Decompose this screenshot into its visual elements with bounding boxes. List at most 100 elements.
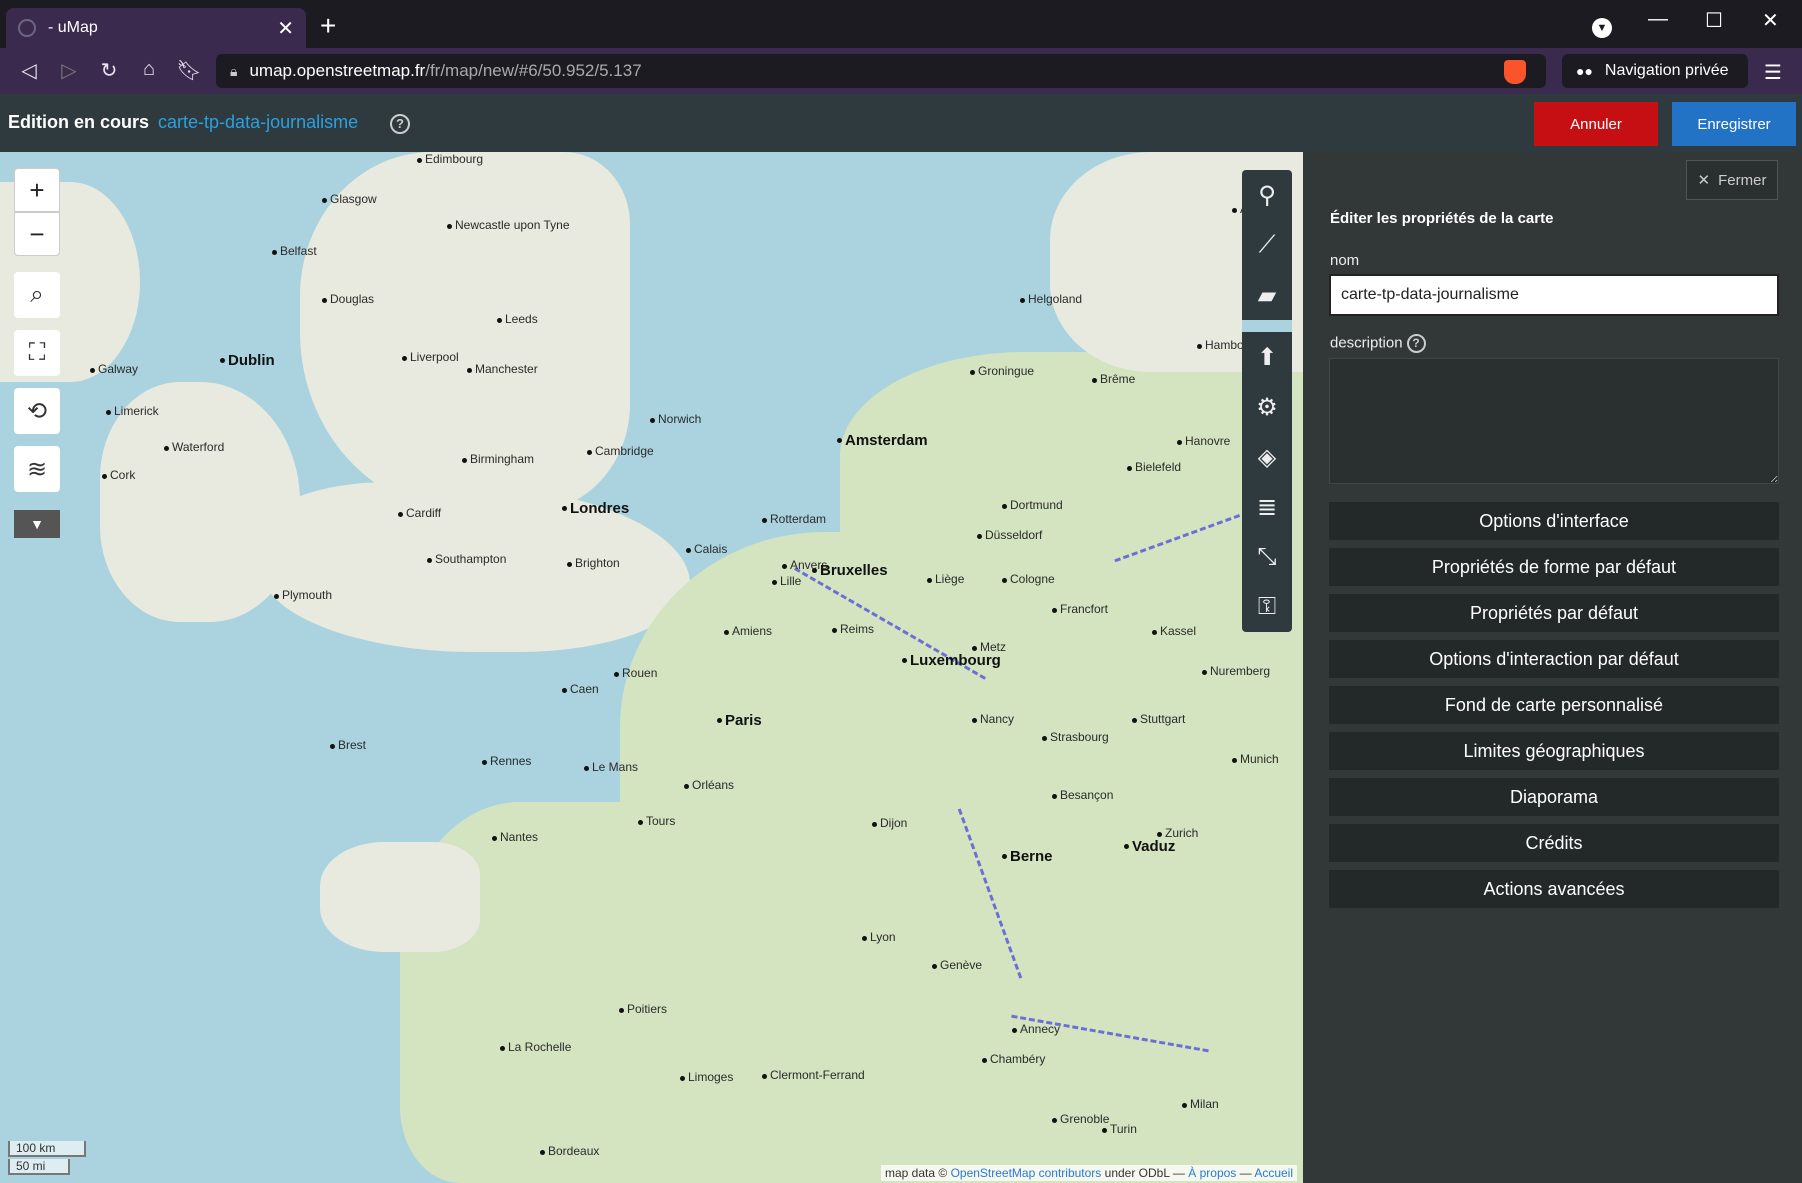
city-dot [1012, 1028, 1017, 1033]
city-dot [274, 594, 279, 599]
city-dot [1002, 854, 1007, 859]
city-label: Düsseldorf [985, 528, 1043, 542]
city-dot [650, 418, 655, 423]
gear-icon[interactable]: ⚙ [1242, 382, 1292, 432]
city-dot [614, 672, 619, 677]
city-label: La Rochelle [508, 1040, 572, 1054]
new-tab-icon[interactable]: + [320, 12, 336, 40]
tab-close-icon[interactable]: ✕ [277, 16, 294, 41]
city-label: Luxembourg [910, 652, 1001, 669]
brave-shield-icon[interactable] [1504, 60, 1526, 84]
home-icon[interactable]: ⌂ [136, 58, 162, 81]
attribution-sep: — [1239, 1166, 1252, 1180]
polyline-icon[interactable]: ⟋ [1242, 220, 1292, 270]
maximize-icon[interactable]: ☐ [1705, 8, 1723, 33]
database-icon[interactable]: ≣ [1242, 482, 1292, 532]
editing-label: Edition en cours [8, 112, 150, 132]
city-label: Leeds [505, 312, 538, 326]
reload-icon[interactable]: ↻ [96, 58, 122, 83]
private-window-indicator[interactable]: ●● Navigation privée [1562, 54, 1748, 88]
about-link[interactable]: À propos [1188, 1166, 1236, 1180]
map-name-input[interactable] [1329, 274, 1779, 316]
section-6[interactable]: Limites géographiques [1329, 732, 1779, 770]
city-label: Nuremberg [1210, 664, 1271, 678]
city-label: Cardiff [406, 506, 442, 520]
city-label: Hanovre [1185, 434, 1231, 448]
share-icon[interactable]: ⟲ [14, 388, 60, 434]
city-dot [1132, 718, 1137, 723]
url-host: umap.openstreetmap.fr [249, 61, 426, 80]
fullscreen-icon[interactable]: ⛶ [14, 330, 60, 376]
section-4[interactable]: Options d'interaction par défaut [1329, 640, 1779, 678]
city-label: Southampton [435, 552, 507, 566]
forward-icon[interactable]: ▷ [56, 58, 82, 83]
city-dot [1152, 630, 1157, 635]
city-dot [562, 688, 567, 693]
layers-icon[interactable]: ◈ [1242, 432, 1292, 482]
description-help-icon[interactable]: ? [1406, 334, 1426, 353]
search-icon[interactable]: ⌕ [14, 272, 60, 318]
description-label: description [1330, 334, 1403, 352]
map-name-link[interactable]: carte-tp-data-journalisme [158, 112, 358, 132]
section-3[interactable]: Propriétés par défaut [1329, 594, 1779, 632]
city-label: Bruxelles [820, 562, 888, 579]
bookmark-icon[interactable]: 🔖︎ [176, 58, 202, 83]
more-controls-chevron-icon[interactable]: ▼ [14, 510, 60, 538]
section-9[interactable]: Actions avancées [1329, 870, 1779, 908]
city-dot [970, 370, 975, 375]
cancel-button[interactable]: Annuler [1534, 102, 1658, 146]
minimize-icon[interactable]: — [1648, 8, 1668, 31]
city-label: Dublin [228, 352, 275, 369]
description-textarea[interactable] [1329, 358, 1779, 484]
address-bar[interactable]: 🔒︎ umap.openstreetmap.fr/fr/map/new/#6/5… [216, 54, 1546, 88]
save-button[interactable]: Enregistrer [1672, 102, 1796, 146]
polygon-icon[interactable]: ▰ [1242, 270, 1292, 320]
section-5[interactable]: Fond de carte personnalisé [1329, 686, 1779, 724]
city-label: Chambéry [990, 1052, 1046, 1066]
home-link[interactable]: Accueil [1254, 1166, 1293, 1180]
map-marker-icon[interactable]: ⚲ [1242, 170, 1292, 220]
city-label: Edimbourg [425, 152, 484, 166]
zoom-out-button[interactable]: − [14, 212, 60, 256]
map-canvas[interactable]: Edimbourg Glasgow Belfast Douglas Dublin Live… [0, 152, 1303, 1183]
center-map-icon[interactable]: ⤡ [1242, 532, 1292, 582]
osm-contributors-link[interactable]: OpenStreetMap contributors [951, 1166, 1102, 1180]
city-dot [982, 1058, 987, 1063]
browser-titlebar: - uMap ✕ + ▼ — ☐ ✕ [0, 0, 1802, 48]
city-dot [1177, 440, 1182, 445]
city-dot [782, 564, 787, 569]
city-dot [762, 1074, 767, 1079]
section-2[interactable]: Propriétés de forme par défaut [1329, 548, 1779, 586]
key-icon[interactable]: ⚿ [1242, 582, 1292, 632]
city-label: Reims [840, 622, 875, 636]
datalayers-icon[interactable]: ≋ [14, 446, 60, 492]
window-close-icon[interactable]: ✕ [1762, 8, 1779, 33]
city-label: Douglas [330, 292, 375, 306]
city-dot [684, 784, 689, 789]
city-label: Liverpool [410, 350, 459, 364]
tabs-dropdown-icon[interactable]: ▼ [1592, 18, 1612, 38]
city-label: Groningue [978, 364, 1035, 378]
city-label: Grenoble [1060, 1112, 1110, 1126]
city-dot [562, 506, 567, 511]
section-1[interactable]: Options d'interface [1329, 502, 1779, 540]
city-label: Brighton [575, 556, 620, 570]
back-icon[interactable]: ◁ [16, 58, 42, 83]
city-label: Bordeaux [548, 1144, 600, 1158]
help-icon[interactable]: ? [390, 114, 410, 134]
city-dot [272, 250, 277, 255]
zoom-in-button[interactable]: + [14, 168, 60, 212]
scale-mi: 50 mi [8, 1159, 70, 1175]
city-dot [500, 1046, 505, 1051]
close-panel-button[interactable]: ✕ Fermer [1686, 160, 1778, 200]
browser-tab[interactable]: - uMap ✕ [6, 8, 306, 48]
city-label: Zurich [1165, 826, 1199, 840]
city-dot [832, 628, 837, 633]
city-label: Lille [780, 574, 802, 588]
browser-menu-icon[interactable]: ☰ [1764, 60, 1782, 85]
upload-icon[interactable]: ⬆ [1242, 332, 1292, 382]
section-8[interactable]: Crédits [1329, 824, 1779, 862]
attribution-mid: under ODbL — [1104, 1166, 1185, 1180]
scale-km: 100 km [8, 1141, 86, 1157]
section-7[interactable]: Diaporama [1329, 778, 1779, 816]
